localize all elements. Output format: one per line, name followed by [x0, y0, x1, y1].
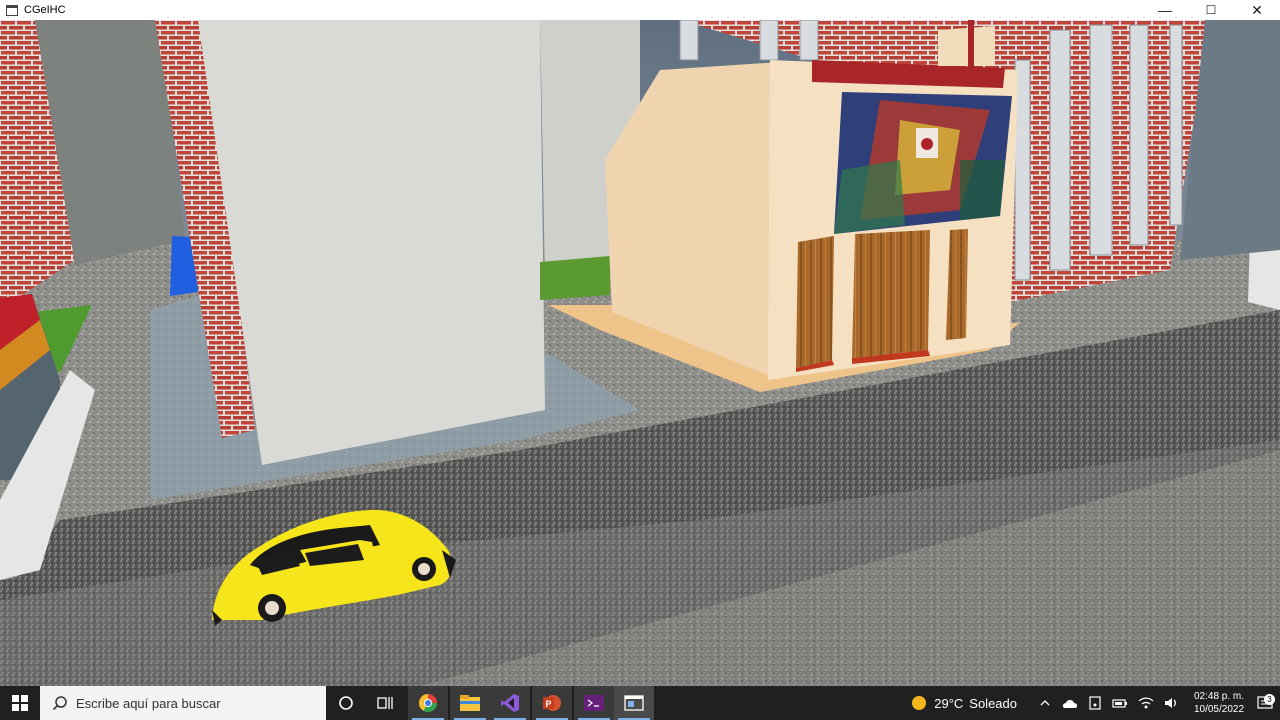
search-placeholder: Escribe aquí para buscar: [76, 695, 221, 711]
3d-scene: [0, 20, 1280, 686]
wifi-icon[interactable]: [1138, 696, 1154, 710]
file-explorer-icon[interactable]: [450, 686, 490, 720]
app-window: CGeIHC — ☐ ✕: [0, 0, 1280, 686]
title-bar[interactable]: CGeIHC — ☐ ✕: [0, 0, 1280, 20]
start-button[interactable]: [0, 686, 40, 720]
powerpoint-icon[interactable]: P: [532, 686, 572, 720]
visual-studio-preview-icon[interactable]: [574, 686, 614, 720]
task-view-icon[interactable]: [366, 686, 406, 720]
3d-viewport[interactable]: [0, 20, 1280, 686]
app-window-icon: [6, 4, 18, 16]
stained-glass-window: [834, 92, 1012, 234]
device-icon[interactable]: [1088, 696, 1102, 710]
minimize-button[interactable]: —: [1142, 0, 1188, 20]
system-tray: 29°C Soleado 02:48 p. m. 10/05/2022 3: [910, 686, 1280, 720]
windows-logo-icon: [12, 695, 28, 711]
chevron-up-icon[interactable]: [1039, 697, 1051, 709]
battery-icon[interactable]: [1112, 697, 1128, 709]
onedrive-cloud-icon[interactable]: [1062, 697, 1078, 709]
visual-studio-icon[interactable]: [490, 686, 530, 720]
weather-condition[interactable]: Soleado: [969, 696, 1017, 711]
notification-count-badge: 3: [1264, 694, 1275, 705]
clock-time: 02:48 p. m.: [1193, 691, 1245, 702]
search-icon: [52, 696, 67, 711]
close-button[interactable]: ✕: [1234, 0, 1280, 20]
cgeihc-app-icon[interactable]: [614, 686, 654, 720]
window-title: CGeIHC: [24, 4, 66, 16]
chrome-icon[interactable]: [408, 686, 448, 720]
taskbar: Escribe aquí para buscar P 29°C Soleado …: [0, 686, 1280, 720]
clock-date: 10/05/2022: [1193, 704, 1245, 715]
taskbar-clock[interactable]: 02:48 p. m. 10/05/2022: [1188, 690, 1250, 716]
sun-weather-icon[interactable]: [910, 694, 928, 712]
svg-text:P: P: [546, 699, 552, 709]
taskbar-search-box[interactable]: Escribe aquí para buscar: [40, 686, 326, 720]
volume-icon[interactable]: [1164, 696, 1180, 710]
notification-center-button[interactable]: 3: [1250, 694, 1280, 710]
weather-temperature[interactable]: 29°C: [934, 696, 963, 711]
cortana-icon[interactable]: [326, 686, 366, 720]
maximize-button[interactable]: ☐: [1188, 0, 1234, 20]
